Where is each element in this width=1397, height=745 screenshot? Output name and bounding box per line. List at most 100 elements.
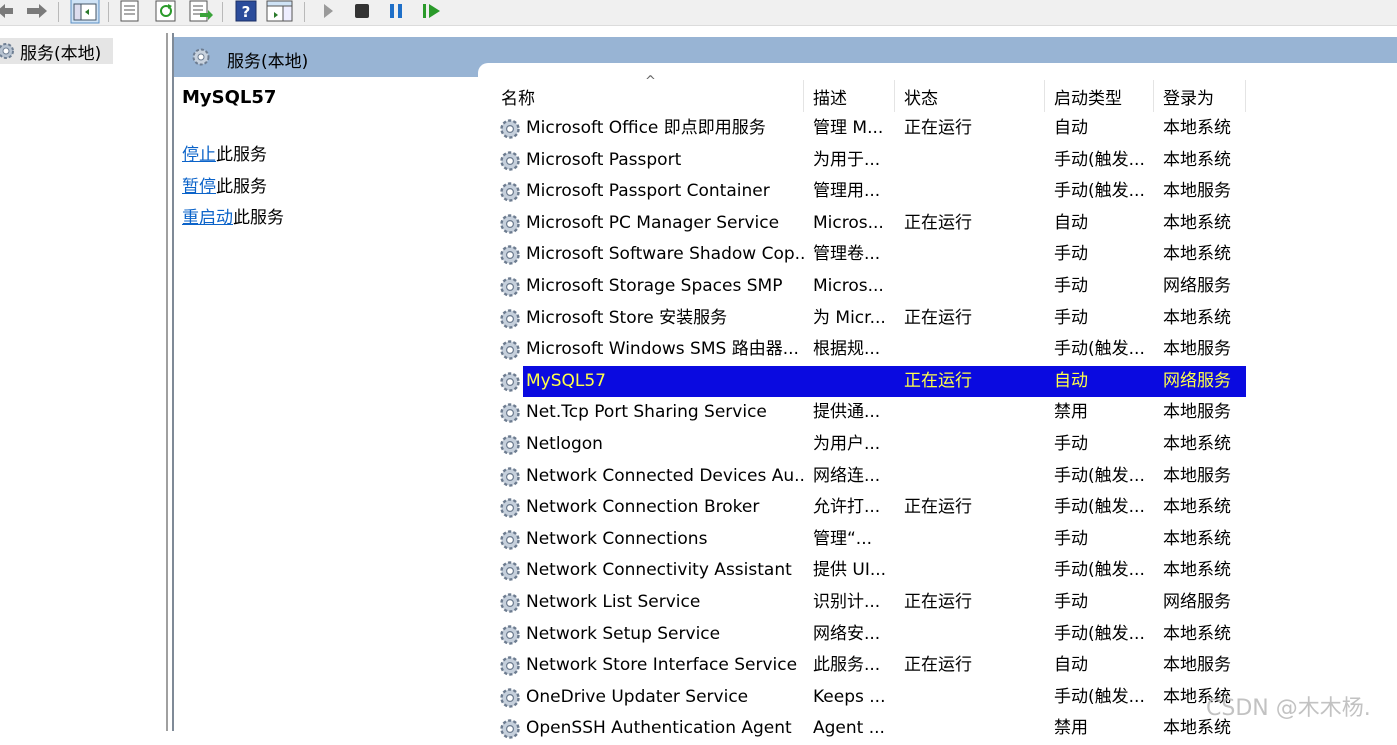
splitter[interactable] (166, 33, 168, 731)
service-gear-icon (500, 498, 520, 518)
action-restart: 重启动此服务 (182, 206, 284, 238)
service-row[interactable]: Microsoft Windows SMS 路由器... 根据规... 手动(触发.… (492, 334, 1252, 366)
service-startup-type: 手动(触发... (1054, 623, 1145, 644)
service-description: 根据规... (813, 339, 881, 360)
column-label: 登录为 (1163, 88, 1214, 109)
service-log-on-as: 本地系统 (1163, 118, 1231, 138)
service-name: Network Connection Broker (526, 497, 760, 518)
column-header-status[interactable]: 状态 (895, 78, 1045, 114)
service-description: 管理 M... (813, 118, 884, 138)
service-startup-type: 禁用 (1054, 402, 1088, 423)
service-log-on-as: 网络服务 (1163, 370, 1231, 391)
restart-link[interactable]: 重启动 (182, 208, 233, 228)
service-status: 正在运行 (904, 655, 972, 676)
column-header-log-on-as[interactable]: 登录为 (1154, 78, 1246, 114)
service-name: Network Connections (526, 528, 708, 549)
service-row[interactable]: Network Connections 管理“... 手动 本地系统 (492, 524, 1252, 556)
column-header-description[interactable]: 描述 (804, 78, 895, 114)
service-row[interactable]: Network Connected Devices Au... 网络连... 手动(… (492, 461, 1252, 493)
action-pane-icon[interactable] (266, 0, 294, 22)
service-description: 网络安... (813, 623, 881, 644)
service-name: Network List Service (526, 591, 701, 612)
service-row[interactable]: OneDrive Updater Service Keeps ... 手动(触发..… (492, 682, 1252, 714)
service-name: Network Store Interface Service (526, 655, 798, 676)
service-description: 为用户... (813, 433, 881, 454)
service-row[interactable]: Network List Service 识别计... 正在运行 手动 网络服务 (492, 587, 1252, 619)
service-description: Micros... (813, 212, 884, 233)
service-row[interactable]: Microsoft Storage Spaces SMP Micros... 手动 网… (492, 271, 1252, 303)
service-row[interactable]: Network Setup Service 网络安... 手动(触发... 本地系统 (492, 619, 1252, 651)
properties-icon[interactable] (118, 0, 142, 22)
show-hide-tree-icon[interactable] (70, 0, 100, 24)
tree-item-label: 服务(本地) (20, 43, 102, 64)
service-name: Microsoft Office 即点即用服务 (526, 118, 766, 138)
service-description: 管理卷... (813, 244, 881, 265)
service-name: Microsoft Windows SMS 路由器... (526, 339, 799, 360)
service-log-on-as: 本地服务 (1163, 655, 1231, 676)
service-description: Micros... (813, 275, 884, 296)
service-row[interactable]: Microsoft Passport 为用于... 手动(触发... 本地系统 (492, 145, 1252, 177)
tree-item-services-local[interactable]: 服务(本地) (0, 38, 113, 64)
service-row[interactable]: Net.Tcp Port Sharing Service 提供通... 禁用 本地服务 (492, 397, 1252, 429)
back-arrow-icon[interactable] (0, 0, 16, 22)
service-actions: 停止此服务 暂停此服务 重启动此服务 (182, 143, 284, 238)
resume-service-icon[interactable] (420, 0, 444, 22)
service-description (813, 366, 893, 398)
refresh-icon[interactable] (154, 0, 178, 22)
column-header-startup-type[interactable]: 启动类型 (1045, 78, 1154, 114)
service-log-on-as: 本地服务 (1163, 402, 1231, 423)
service-gear-icon (500, 214, 520, 234)
service-row[interactable]: Microsoft Office 即点即用服务 管理 M... 正在运行 自动 本地系统 (492, 113, 1252, 145)
services-list: Microsoft Office 即点即用服务 管理 M... 正在运行 自动 本地系统… (492, 113, 1252, 745)
service-gear-icon (500, 340, 520, 360)
pause-link[interactable]: 暂停 (182, 177, 216, 197)
column-label: 描述 (813, 88, 847, 109)
service-startup-type: 手动(触发... (1054, 181, 1145, 202)
service-row[interactable]: Microsoft Passport Container 管理用... 手动(触发.… (492, 176, 1252, 208)
service-status: 正在运行 (904, 307, 972, 328)
action-suffix: 此服务 (216, 145, 267, 165)
action-stop: 停止此服务 (182, 143, 284, 175)
gear-icon (192, 48, 210, 66)
service-description: 网络连... (813, 465, 881, 486)
stop-service-icon[interactable] (352, 0, 372, 22)
service-row[interactable]: Microsoft Store 安装服务 为 Micr... 正在运行 手动 本地系统 (492, 303, 1252, 335)
service-gear-icon (500, 403, 520, 424)
service-row[interactable]: Microsoft PC Manager Service Micros... 正在运… (492, 208, 1252, 240)
column-header-name[interactable]: 名称 (492, 78, 804, 114)
selected-service-name: MySQL57 (182, 87, 277, 108)
watermark: CSDN @木木杨. (1206, 696, 1371, 721)
service-row[interactable]: Network Connectivity Assistant 提供 UI... 手动… (492, 555, 1252, 587)
service-status (904, 271, 1044, 303)
service-startup-type: 自动 (1054, 212, 1088, 233)
service-description: 提供 UI... (813, 560, 887, 581)
export-list-icon[interactable] (188, 0, 214, 22)
service-row[interactable]: OpenSSH Authentication Agent Agent ... 禁用本… (492, 713, 1252, 745)
start-service-icon[interactable] (318, 0, 338, 22)
service-row[interactable]: Network Connection Broker 允许打... 正在运行 手动(触发… (492, 492, 1252, 524)
service-description: 管理“... (813, 528, 873, 549)
pause-service-icon[interactable] (386, 0, 406, 22)
service-log-on-as: 本地服务 (1163, 181, 1231, 202)
service-log-on-as: 本地服务 (1163, 465, 1231, 486)
service-log-on-as: 本地系统 (1163, 212, 1231, 233)
service-row[interactable]: Network Store Interface Service 此服务... 正在运… (492, 650, 1252, 682)
service-startup-type: 手动(触发... (1054, 149, 1145, 170)
service-row[interactable]: Microsoft Software Shadow Cop... 管理卷... 手动… (492, 239, 1252, 271)
stop-link[interactable]: 停止 (182, 145, 216, 165)
service-startup-type: 手动(触发... (1054, 497, 1145, 518)
service-gear-icon (500, 372, 520, 392)
service-startup-type: 手动(触发... (1054, 465, 1145, 486)
service-gear-icon (500, 530, 520, 550)
service-description: Agent ... (813, 718, 885, 739)
service-row[interactable]: MySQL57 正在运行 自动 网络服务 (492, 365, 1252, 398)
forward-arrow-icon[interactable] (24, 0, 50, 22)
service-log-on-as: 本地系统 (1163, 244, 1231, 265)
service-startup-type: 手动 (1054, 591, 1088, 612)
service-status (904, 145, 1044, 177)
service-status: 正在运行 (904, 497, 972, 518)
service-status: 正在运行 (904, 591, 972, 612)
help-icon[interactable]: ? (234, 0, 258, 22)
service-row[interactable]: Netlogon 为用户... 手动 本地系统 (492, 429, 1252, 461)
service-status (904, 461, 1044, 493)
